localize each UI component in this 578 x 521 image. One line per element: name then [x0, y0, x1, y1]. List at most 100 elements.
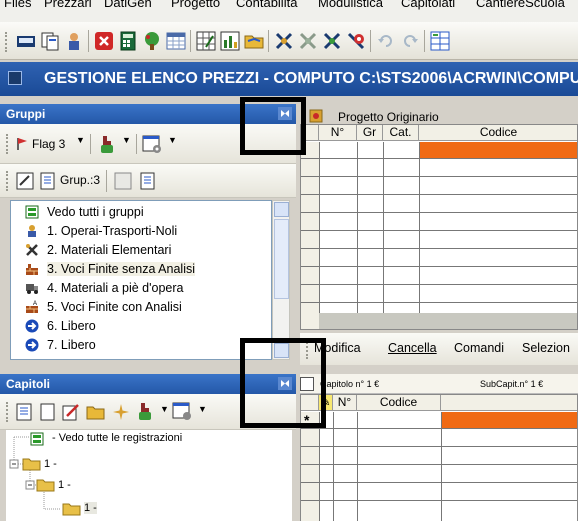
grid-line	[301, 176, 577, 177]
col-header-cat[interactable]: Cat.	[383, 125, 419, 141]
worker-icon[interactable]	[64, 31, 84, 51]
checkbox-edit-icon[interactable]	[16, 172, 34, 190]
flag-selector-label[interactable]: Flag 3	[32, 137, 65, 151]
undo-icon[interactable]	[376, 31, 396, 51]
table-icon[interactable]	[166, 31, 186, 51]
grid-line	[301, 266, 577, 267]
menu-datigen[interactable]: DatiGen	[104, 0, 152, 10]
annotation-box-bottom	[240, 338, 326, 428]
comandi-button[interactable]: Comandi	[454, 341, 504, 355]
sheet-icon	[30, 432, 44, 446]
chevron-down-icon[interactable]: ▼	[168, 135, 177, 145]
list-doc-icon[interactable]	[40, 172, 56, 190]
grid-caption: Progetto Originario	[338, 110, 439, 124]
col-header-codice[interactable]: Codice	[419, 125, 577, 141]
menu-capitolati[interactable]: Capitolati	[401, 0, 455, 10]
app-icon	[8, 71, 22, 85]
toolbar-separator	[88, 30, 89, 52]
arrow-circle-icon	[25, 319, 39, 333]
gruppi-scrollbar[interactable]	[272, 200, 290, 360]
menu-contabilita[interactable]: Contabilita	[236, 0, 297, 10]
col-header-codice[interactable]: Codice	[357, 395, 441, 411]
form-settings-icon[interactable]	[172, 402, 194, 422]
calculator-icon[interactable]	[118, 31, 138, 51]
toolbar-separator	[268, 30, 269, 52]
menu-files[interactable]: Files	[4, 0, 31, 10]
capitoli-item-all[interactable]: - Vedo tutte le registrazioni	[52, 432, 182, 444]
gruppi-header-label: Gruppi	[6, 107, 46, 121]
folder-icon[interactable]	[244, 31, 264, 51]
open-folder-icon[interactable]	[86, 403, 106, 421]
scroll-thumb[interactable]	[274, 219, 289, 299]
col-header-empty[interactable]	[441, 395, 577, 411]
chevron-down-icon[interactable]: ▼	[76, 135, 85, 145]
capitolo-caption-bar: Capitolo n° 1 € SubCapit.n° 1 €	[300, 374, 578, 394]
tree-icon[interactable]	[142, 31, 162, 51]
col-header-n[interactable]: N°	[319, 125, 357, 141]
save-grid-icon[interactable]	[430, 31, 450, 51]
globe-tool-icon[interactable]	[346, 31, 366, 51]
scroll-up-icon[interactable]	[274, 202, 289, 217]
menu-bar: Files Prezzari DatiGen Progetto Contabil…	[0, 0, 578, 22]
form-settings-icon[interactable]	[142, 135, 164, 155]
annotation-box-top	[240, 97, 306, 155]
toolbar-grip[interactable]	[6, 134, 9, 154]
grid-line	[301, 212, 577, 213]
cross-tool-icon[interactable]	[274, 31, 294, 51]
selected-cell[interactable]	[441, 412, 577, 428]
edit-doc-icon[interactable]	[62, 403, 80, 421]
grid-line	[301, 482, 577, 483]
toolbar-grip[interactable]	[6, 402, 9, 422]
cross-tool-gray-icon[interactable]	[298, 31, 318, 51]
col-header-gr[interactable]: Gr	[357, 125, 383, 141]
toolbar-separator	[424, 30, 425, 52]
grid-h-scrollbar[interactable]	[319, 313, 577, 329]
keyboard-icon[interactable]	[16, 31, 36, 51]
toolbar-separator	[106, 170, 107, 192]
cancella-button[interactable]: Cancella	[388, 341, 437, 355]
chevron-down-icon[interactable]: ▼	[122, 135, 131, 145]
redo-icon[interactable]	[400, 31, 420, 51]
copy-doc-icon[interactable]	[40, 31, 60, 51]
pointer-hand-icon[interactable]	[96, 135, 118, 155]
worker-icon	[28, 225, 36, 237]
list-doc-icon[interactable]	[16, 403, 34, 421]
sparkle-icon[interactable]	[112, 403, 130, 421]
capitoli-item-1-1[interactable]: 1 -	[58, 479, 71, 491]
menu-progetto[interactable]: Progetto	[171, 0, 220, 10]
grid-line	[301, 158, 577, 159]
seleziona-button[interactable]: Selezion	[522, 341, 570, 355]
toolbar-separator	[370, 30, 371, 52]
pointer-hand-icon[interactable]	[134, 402, 156, 422]
chevron-down-icon[interactable]: ▼	[198, 404, 207, 414]
cross-tool-green-icon[interactable]	[322, 31, 342, 51]
delete-icon[interactable]	[94, 31, 114, 51]
list-doc-icon[interactable]	[140, 172, 156, 190]
menu-cantierescuola[interactable]: CantiereScuola	[476, 0, 565, 10]
chart-icon[interactable]	[220, 31, 240, 51]
capitolo-label: Capitolo n° 1 €	[320, 379, 380, 389]
toolbar-grip[interactable]	[5, 32, 8, 52]
grid-line	[301, 194, 577, 195]
toolbar-separator	[190, 30, 191, 52]
toolbar-grip[interactable]	[6, 171, 9, 191]
selected-cell[interactable]	[419, 142, 577, 158]
tools-icon	[26, 244, 38, 256]
menu-modulistica[interactable]: Modulistica	[318, 0, 383, 10]
grid-edit-icon[interactable]	[196, 31, 216, 51]
menu-prezzari[interactable]: Prezzari	[44, 0, 92, 10]
flag-icon	[17, 138, 27, 150]
capitoli-item-1[interactable]: 1 -	[44, 458, 57, 470]
col-header-n[interactable]: N°	[333, 395, 357, 411]
group-count-label[interactable]: Grup.:3	[60, 173, 100, 187]
truck-icon	[26, 284, 38, 294]
window-title: GESTIONE ELENCO PREZZI - COMPUTO C:\STS2…	[44, 70, 578, 87]
capitoli-item-1-1-1[interactable]: 1 -	[84, 502, 97, 514]
grid-line	[301, 464, 577, 465]
chevron-down-icon[interactable]: ▼	[160, 404, 169, 414]
folder-icon	[22, 458, 41, 471]
toolbar-separator	[136, 134, 137, 154]
grid-line	[301, 302, 577, 303]
new-doc-icon[interactable]	[40, 403, 56, 421]
blank-box-icon[interactable]	[114, 172, 132, 190]
